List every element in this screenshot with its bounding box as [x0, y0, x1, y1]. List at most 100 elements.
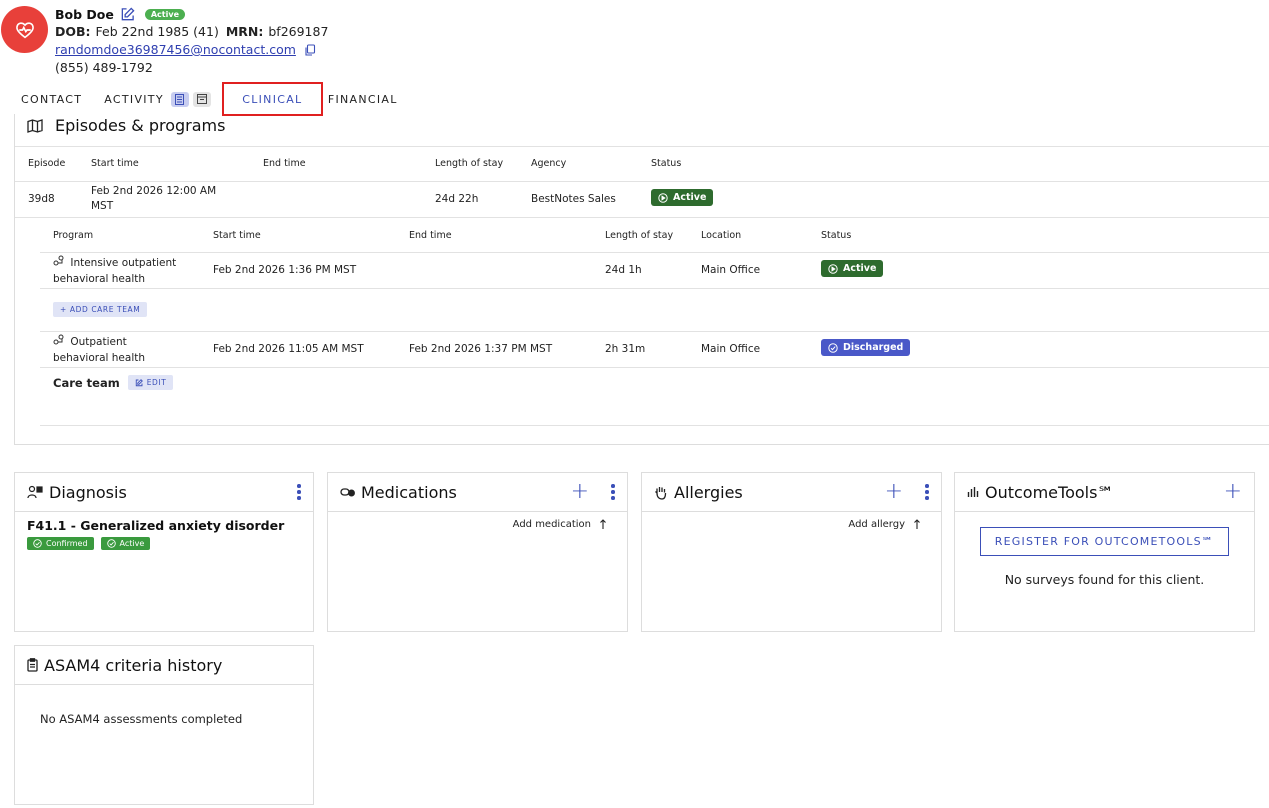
status-badge: Active	[821, 260, 884, 277]
add-care-team-cell: + ADD CARE TEAM	[53, 302, 148, 317]
status-badge: Discharged	[821, 339, 911, 356]
check-circle-icon	[106, 539, 116, 548]
episodes-title: Episodes & programs	[55, 116, 226, 135]
col-program-status: Status	[821, 230, 852, 241]
dob-label: DOB:	[55, 24, 91, 39]
table-row[interactable]: Intensive outpatient behavioral health F…	[40, 252, 1269, 288]
tab-activity-label: ACTIVITY	[104, 92, 164, 106]
program-icon	[53, 334, 64, 345]
add-icon[interactable]: +	[571, 481, 589, 503]
program-icon	[53, 255, 64, 266]
notes-icon[interactable]	[170, 91, 189, 107]
active-badge: Active	[100, 537, 151, 550]
col-status: Status	[651, 158, 682, 169]
col-program-los: Length of stay	[605, 230, 674, 241]
divider	[40, 425, 1269, 426]
episode-agency: BestNotes Sales	[531, 193, 616, 205]
episodes-header: Episodes & programs	[27, 116, 225, 135]
play-circle-icon	[828, 263, 838, 274]
tab-bar: CONTACT ACTIVITY CLINICAL FINANCIAL	[10, 82, 409, 116]
medications-body: Add medication	[328, 512, 627, 537]
status-badge: Active	[651, 189, 714, 206]
col-length-of-stay: Length of stay	[435, 158, 504, 169]
table-row[interactable]: Outpatient behavioral health Feb 2nd 202…	[40, 331, 1269, 367]
program-location: Main Office	[701, 343, 761, 355]
program-name-line1: Intensive outpatient	[70, 257, 177, 269]
outcometools-empty: No surveys found for this client.	[1004, 572, 1205, 587]
program-header-row: Program Start time End time Length of st…	[15, 217, 1269, 252]
program-los: 2h 31m	[605, 343, 646, 355]
register-outcometools-button[interactable]: REGISTER FOR OUTCOMETOOLS℠	[979, 527, 1230, 556]
care-team-row: + ADD CARE TEAM	[40, 288, 1269, 331]
add-medication-label: Add medication	[512, 519, 591, 530]
more-options-icon[interactable]	[297, 484, 301, 500]
diagnosis-body: F41.1 - Generalized anxiety disorder Con…	[15, 512, 313, 556]
col-program-end: End time	[409, 230, 452, 241]
patient-header: Bob Doe Active DOB: Feb 22nd 1985 (41) M…	[55, 6, 328, 77]
status-badge-label: Discharged	[843, 342, 904, 353]
diagnosis-header: Diagnosis	[15, 473, 313, 512]
add-care-team-button[interactable]: + ADD CARE TEAM	[53, 302, 148, 317]
diagnosis-icon	[27, 485, 43, 498]
check-circle-icon	[828, 342, 838, 353]
program-status: Active	[821, 260, 884, 277]
calendar-icon[interactable]	[192, 91, 211, 107]
confirmed-label: Confirmed	[46, 539, 88, 548]
outcometools-card: OutcomeTools℠ + REGISTER FOR OUTCOMETOOL…	[954, 472, 1255, 632]
add-medication-link[interactable]: Add medication	[513, 519, 607, 530]
phone: (855) 489-1792	[55, 60, 153, 75]
hand-icon	[655, 486, 667, 500]
email-link[interactable]: randomdoe36987456@nocontact.com	[55, 41, 296, 59]
pill-icon	[340, 488, 355, 497]
program-name-line1: Outpatient	[70, 336, 127, 348]
col-agency: Agency	[531, 158, 567, 169]
add-icon[interactable]: +	[1224, 481, 1242, 503]
add-allergy-link[interactable]: Add allergy	[848, 519, 921, 530]
episode-start: Feb 2nd 2026 12:00 AM MST	[91, 184, 216, 214]
table-row[interactable]: 39d8 Feb 2nd 2026 12:00 AM MST 24d 22h B…	[15, 181, 1269, 217]
care-team-label: Care team	[53, 375, 120, 390]
tab-clinical[interactable]: CLINICAL	[221, 82, 323, 116]
col-program-start: Start time	[213, 230, 261, 241]
diagnosis-item[interactable]: F41.1 - Generalized anxiety disorder	[27, 518, 301, 533]
copy-icon[interactable]	[304, 44, 316, 56]
mrn-label: MRN:	[225, 24, 264, 39]
edit-care-team-button[interactable]: EDIT	[127, 375, 174, 390]
episode-status: Active	[651, 189, 714, 206]
status-badge: Active	[144, 9, 185, 20]
col-start-time: Start time	[91, 158, 139, 169]
episode-start-line1: Feb 2nd 2026 12:00 AM	[91, 185, 217, 197]
bar-chart-icon	[967, 487, 979, 497]
col-program: Program	[53, 230, 94, 241]
tab-activity[interactable]: ACTIVITY	[93, 82, 219, 116]
tab-financial[interactable]: FINANCIAL	[326, 82, 409, 116]
status-badge-label: Active	[843, 263, 877, 274]
asam4-empty: No ASAM4 assessments completed	[40, 712, 243, 726]
diagnosis-card: Diagnosis F41.1 - Generalized anxiety di…	[14, 472, 314, 632]
patient-name: Bob Doe	[55, 7, 114, 22]
col-episode: Episode	[28, 158, 66, 169]
col-location: Location	[701, 230, 742, 241]
confirmed-badge: Confirmed	[27, 537, 94, 550]
edit-icon[interactable]	[120, 7, 135, 22]
more-options-icon[interactable]	[611, 484, 615, 500]
episode-id: 39d8	[28, 193, 55, 205]
program-name-line2: behavioral health	[53, 352, 146, 364]
allergies-card: Allergies + Add allergy	[641, 472, 942, 632]
program-location: Main Office	[701, 264, 761, 276]
arrow-up-icon	[600, 519, 606, 529]
map-icon	[27, 118, 43, 133]
outcometools-body: REGISTER FOR OUTCOMETOOLS℠ No surveys fo…	[955, 512, 1254, 587]
status-badge-label: Active	[673, 192, 707, 203]
program-name: Intensive outpatient behavioral health	[53, 255, 176, 287]
outcometools-title: OutcomeTools℠	[985, 482, 1114, 502]
add-icon[interactable]: +	[885, 481, 903, 503]
clipboard-icon	[27, 658, 38, 672]
allergies-header: Allergies +	[642, 473, 941, 512]
program-los: 24d 1h	[605, 264, 642, 276]
edit-icon	[135, 378, 143, 386]
add-allergy-label: Add allergy	[848, 519, 905, 530]
care-team: Care team EDIT	[53, 375, 174, 390]
more-options-icon[interactable]	[925, 484, 929, 500]
tab-contact[interactable]: CONTACT	[10, 82, 93, 116]
